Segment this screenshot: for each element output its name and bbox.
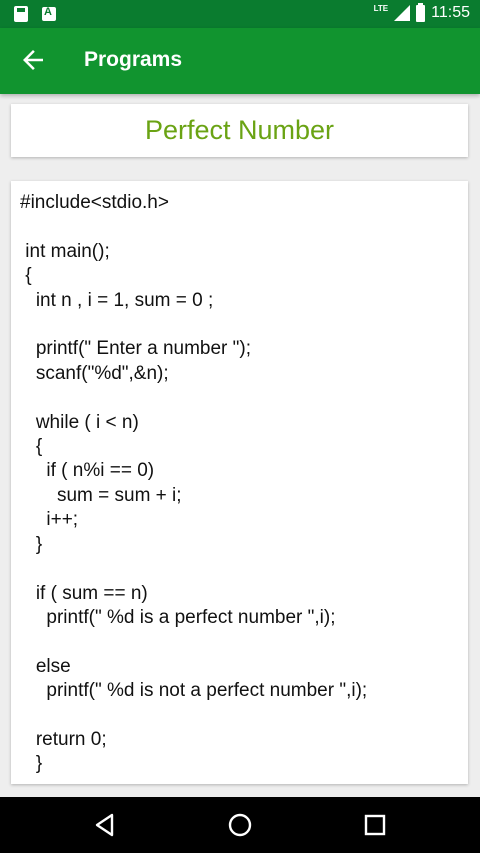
status-left-icons: A — [14, 6, 56, 22]
nav-home-icon[interactable] — [225, 810, 255, 840]
arrow-left-icon[interactable] — [18, 45, 48, 75]
nav-back-icon[interactable] — [90, 810, 120, 840]
program-code: #include<stdio.h> int main(); { int n , … — [20, 192, 368, 775]
navigation-bar — [0, 797, 480, 853]
text-a-icon: A — [42, 6, 56, 21]
app-title: Programs — [84, 48, 183, 71]
program-title-card: Perfect Number — [11, 104, 468, 157]
program-title: Perfect Number — [144, 115, 335, 145]
network-type: LTE — [373, 3, 389, 13]
status-time: 11:55 — [431, 4, 470, 21]
nav-recents-icon[interactable] — [360, 810, 390, 840]
battery-icon — [416, 2, 426, 22]
app-bar: Programs — [0, 28, 480, 94]
status-bar: A LTE 11:55 — [0, 0, 480, 28]
lte-signal-icon — [394, 5, 411, 21]
status-right-icons: LTE 11:55 — [373, 2, 470, 22]
code-card: #include<stdio.h> int main(); { int n , … — [11, 181, 468, 784]
sd-card-icon — [14, 6, 28, 22]
